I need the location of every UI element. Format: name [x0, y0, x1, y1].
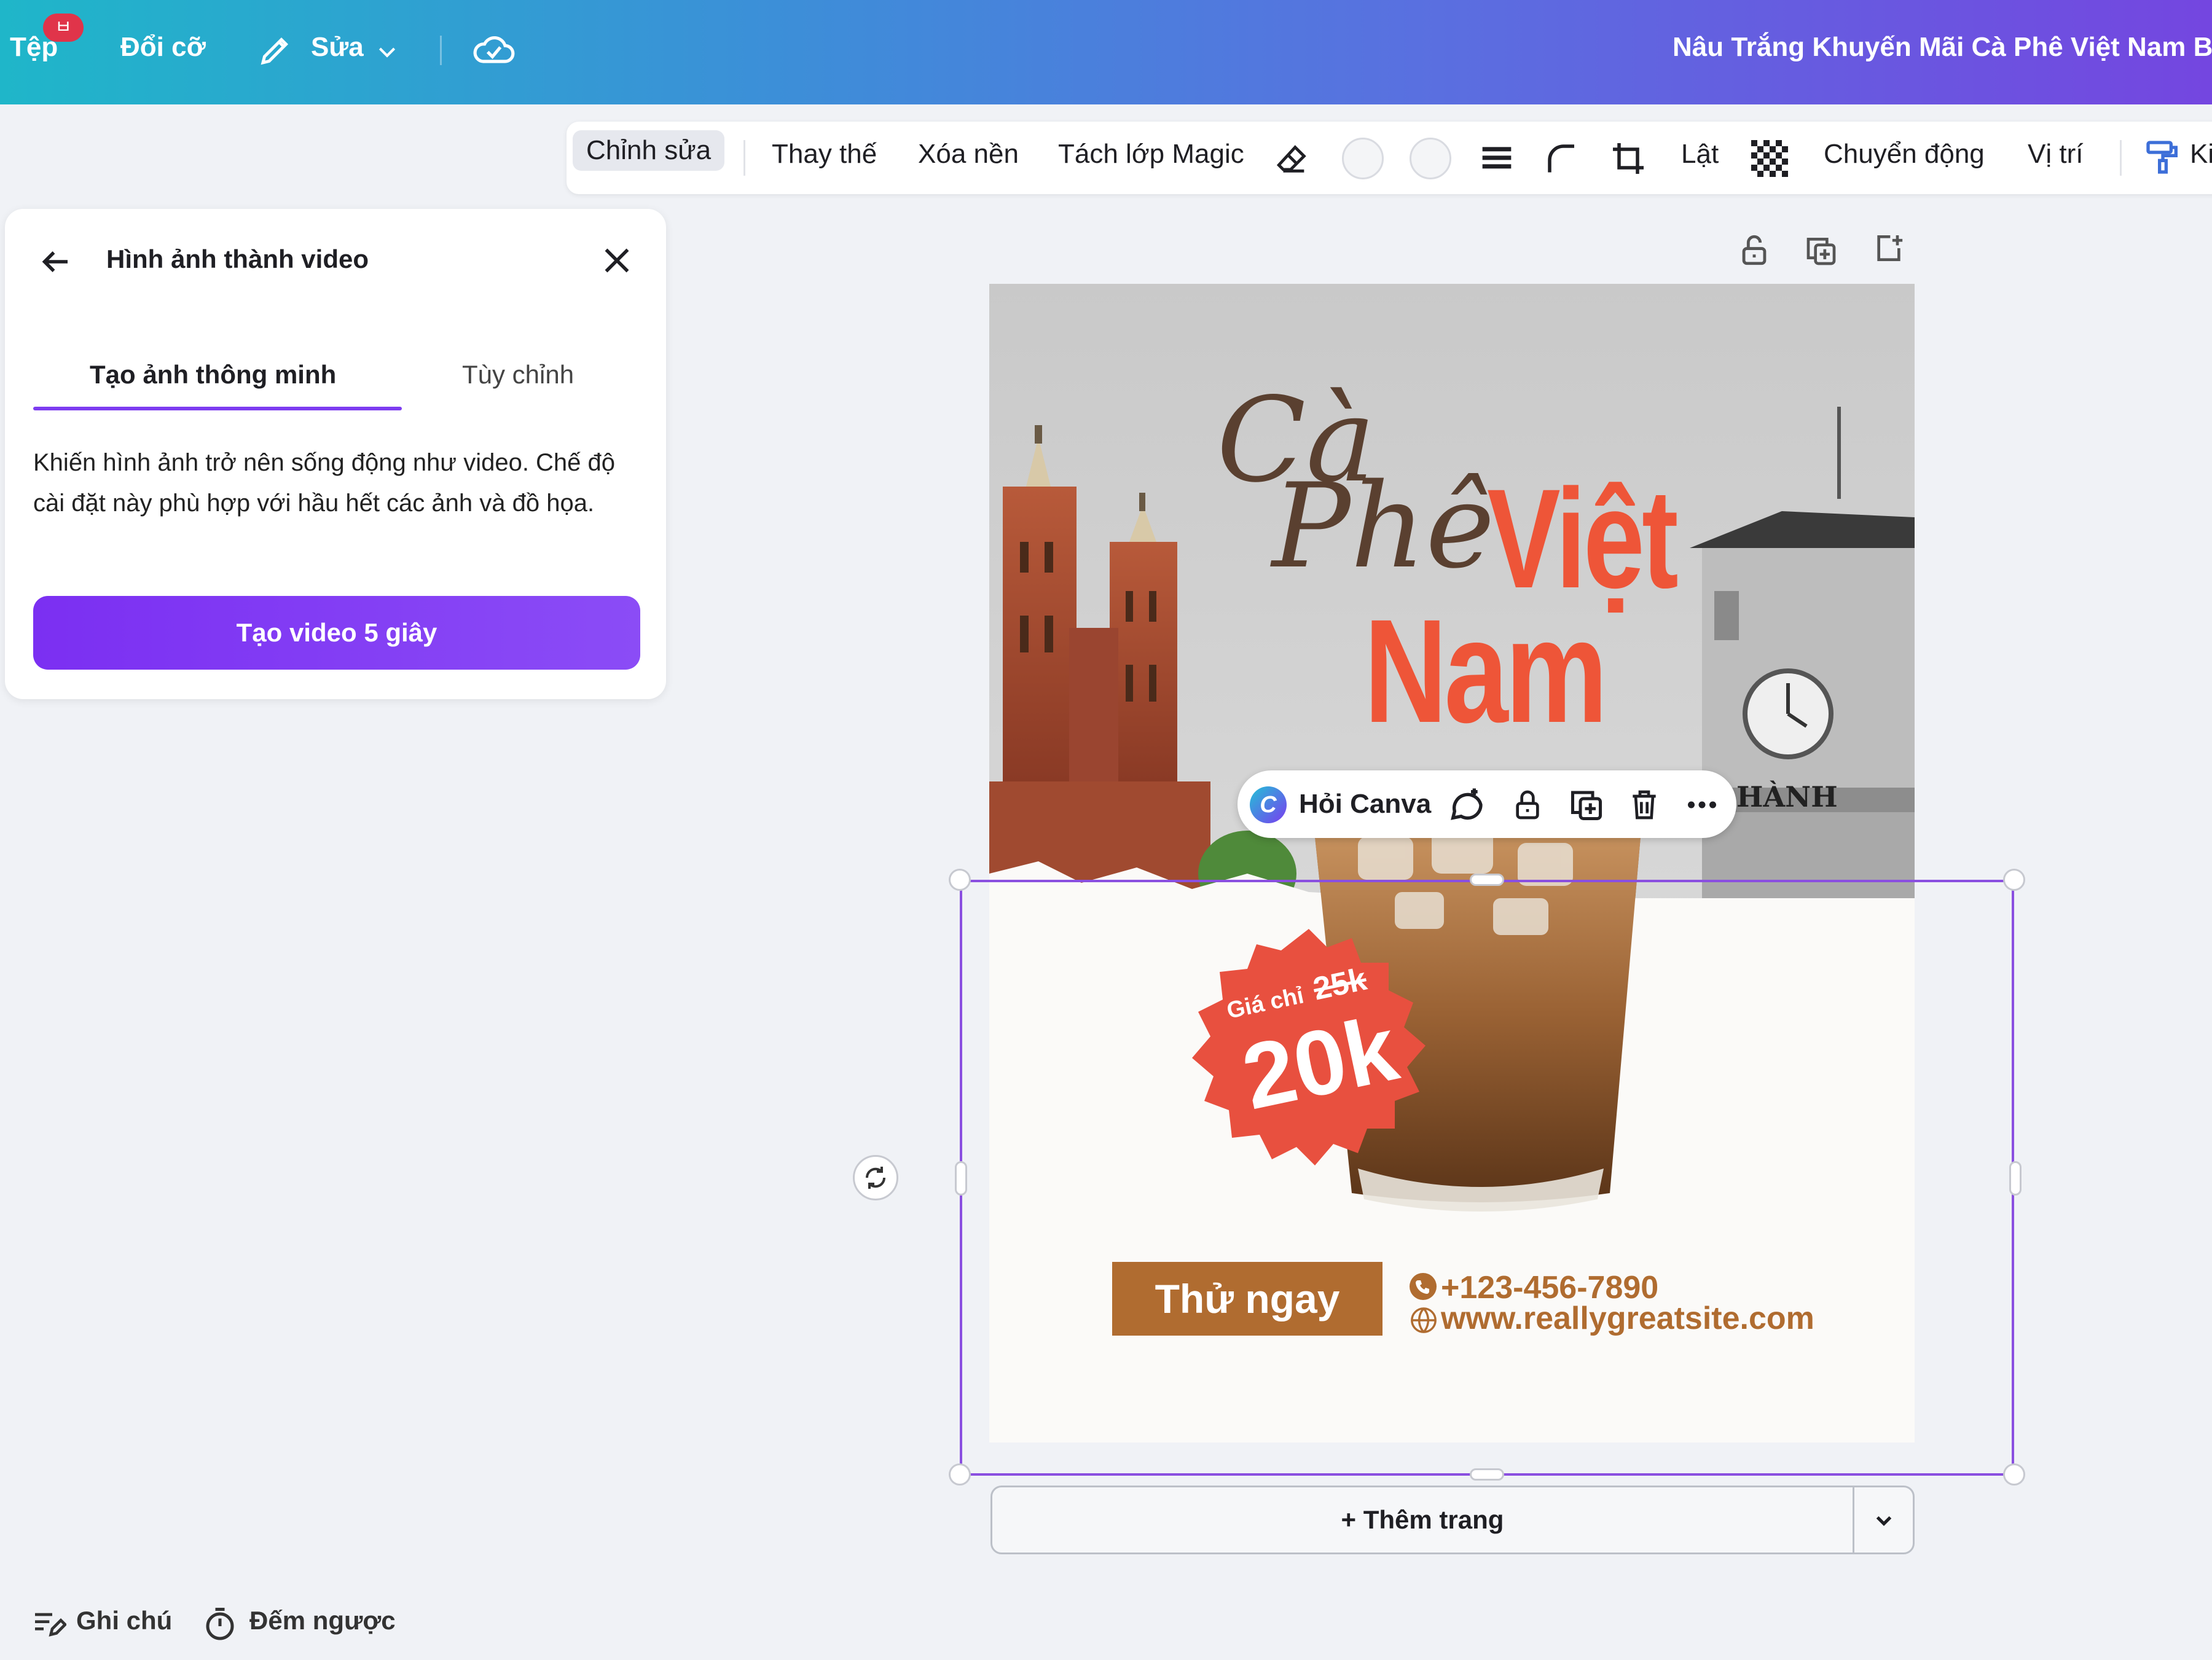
context-toolbar: Chỉnh sửa Thay thế Xóa nền Tách lớp Magi…	[567, 122, 2212, 194]
lock-icon[interactable]	[1510, 786, 1545, 823]
border-style-icon[interactable]	[1478, 141, 1515, 176]
resize-handle-top[interactable]	[1470, 874, 1504, 886]
timer-icon[interactable]	[202, 1605, 238, 1642]
divider	[2120, 140, 2122, 176]
chevron-down-icon[interactable]	[1869, 1505, 1899, 1535]
close-icon[interactable]	[598, 242, 635, 279]
border-color-swatch[interactable]	[1342, 138, 1384, 179]
resize-handle-top-left[interactable]	[949, 869, 971, 891]
flip-button[interactable]: Lật	[1681, 139, 1719, 170]
resize-button[interactable]: Đổi cỡ	[120, 32, 206, 63]
add-page-icon[interactable]	[1872, 231, 1906, 265]
copy-style-button[interactable]: Ki	[2190, 139, 2212, 170]
active-tab-indicator	[33, 407, 402, 410]
title-script-phe[interactable]: Phê	[1272, 468, 1495, 585]
paint-roller-icon[interactable]	[2143, 138, 2183, 177]
back-arrow-icon[interactable]	[37, 243, 74, 280]
comment-icon[interactable]	[1446, 785, 1486, 824]
rotate-icon	[865, 1167, 886, 1189]
duplicate-page-icon[interactable]	[1804, 233, 1838, 268]
resize-handle-bottom[interactable]	[1470, 1468, 1504, 1481]
canva-logo-icon: C	[1250, 786, 1287, 823]
floating-toolbar: C Hỏi Canva	[1237, 770, 1736, 838]
notification-badge: ㅂ	[43, 14, 84, 42]
corner-rounding-icon[interactable]	[1543, 140, 1580, 177]
divider	[1853, 1487, 1854, 1552]
tab-smart-image[interactable]: Tạo ảnh thông minh	[90, 360, 336, 390]
edit-image-button[interactable]: Chỉnh sửa	[573, 130, 725, 171]
top-bar: Tệp ㅂ Đổi cỡ Sửa Nâu Trắng Khuyến Mãi Cà…	[0, 0, 2212, 104]
eraser-icon[interactable]	[1274, 141, 1310, 177]
replace-button[interactable]: Thay thế	[772, 139, 877, 170]
tab-custom[interactable]: Tùy chỉnh	[462, 360, 574, 390]
panel-title: Hình ảnh thành video	[106, 245, 369, 273]
chevron-down-icon[interactable]	[375, 39, 399, 64]
ask-canva-button[interactable]: Hỏi Canva	[1299, 789, 1431, 820]
image-to-video-panel: Hình ảnh thành video Tạo ảnh thông minh …	[5, 209, 666, 699]
resize-handle-bottom-left[interactable]	[949, 1463, 971, 1486]
trash-icon[interactable]	[1627, 786, 1661, 823]
title-bold-nam[interactable]: Nam	[1364, 597, 1607, 745]
lock-icon[interactable]	[1736, 232, 1772, 268]
cloud-saved-icon[interactable]	[472, 31, 516, 70]
remove-background-button[interactable]: Xóa nền	[918, 139, 1019, 170]
selection-box[interactable]	[960, 880, 2014, 1476]
more-options-icon[interactable]	[1682, 786, 1722, 823]
duplicate-icon[interactable]	[1568, 786, 1605, 823]
document-title[interactable]: Nâu Trắng Khuyến Mãi Cà Phê Việt Nam Bả	[1673, 32, 2212, 63]
shadow-color-swatch[interactable]	[1410, 138, 1451, 179]
edit-menu[interactable]: Sửa	[311, 32, 364, 63]
pencil-icon[interactable]	[257, 32, 294, 69]
rotate-handle[interactable]	[853, 1155, 898, 1200]
create-video-button[interactable]: Tạo video 5 giây	[33, 596, 640, 670]
magic-layer-button[interactable]: Tách lớp Magic	[1058, 139, 1244, 170]
notes-icon[interactable]	[29, 1606, 66, 1640]
divider	[440, 36, 442, 65]
add-page-button[interactable]: + Thêm trang	[992, 1487, 1853, 1552]
timer-button[interactable]: Đếm ngược	[249, 1606, 396, 1635]
notes-button[interactable]: Ghi chú	[76, 1606, 172, 1635]
building-sign: HÀNH	[1736, 780, 1838, 813]
resize-handle-bottom-right[interactable]	[2003, 1463, 2025, 1486]
crop-icon[interactable]	[1610, 140, 1647, 177]
panel-description: Khiến hình ảnh trở nên sống động như vid…	[33, 449, 616, 517]
resize-handle-top-right[interactable]	[2003, 869, 2025, 891]
animate-button[interactable]: Chuyển động	[1824, 139, 1985, 170]
divider	[743, 140, 745, 176]
position-button[interactable]: Vị trí	[2028, 139, 2083, 170]
resize-handle-left[interactable]	[955, 1161, 967, 1196]
transparency-icon[interactable]	[1751, 140, 1788, 177]
resize-handle-right[interactable]	[2009, 1161, 2022, 1196]
add-page-bar: + Thêm trang	[990, 1486, 1915, 1554]
